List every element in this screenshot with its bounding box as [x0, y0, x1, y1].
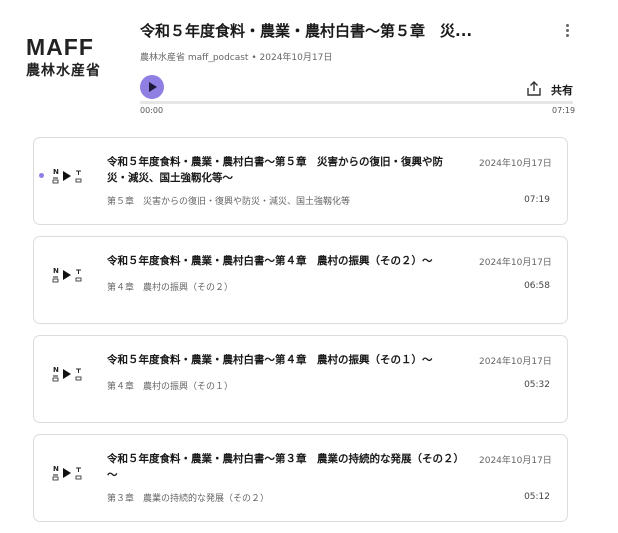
episode-date: 2024年10月17日 [479, 258, 552, 268]
logo-subtitle: 農林水産省 [26, 63, 101, 79]
svg-text:N: N [53, 465, 59, 473]
episode-date: 2024年10月17日 [479, 456, 552, 466]
logo-wordmark: MAFF [26, 34, 94, 60]
episode-subtitle: 第４章 農村の振興（その１） [107, 382, 234, 392]
meta-separator: • [251, 53, 257, 63]
progress-bar[interactable] [140, 101, 573, 104]
episode-list: N 令和５年度食料・農業・農村白書～第５章 災害からの復旧・復興や防災・減災、国… [33, 137, 568, 533]
episode-subtitle: 第３章 農業の持続的な発展（その２） [107, 494, 270, 504]
episode-duration: 05:32 [524, 380, 550, 390]
episode-duration: 05:12 [524, 492, 550, 502]
episode-card[interactable]: N 令和５年度食料・農業・農村白書～第４章 農村の振興（その１）～ 2024年1… [33, 335, 568, 423]
svg-text:N: N [53, 168, 59, 176]
time-current: 00:00 [140, 106, 164, 115]
more-options-icon[interactable] [562, 24, 572, 38]
episode-date: 2024年10月17日 [259, 53, 333, 63]
episode-meta: 農林水産省 maff_podcast • 2024年10月17日 [140, 50, 332, 63]
episode-title[interactable]: 令和５年度食料・農業・農村白書～第５章 災害からの復旧・復興や防災・減災、国土強… [107, 154, 462, 186]
episode-title[interactable]: 令和５年度食料・農業・農村白書～第４章 農村の振興（その１）～ [107, 352, 462, 368]
episode-card[interactable]: N 令和５年度食料・農業・農村白書～第５章 災害からの復旧・復興や防災・減災、国… [33, 137, 568, 225]
play-button[interactable] [140, 75, 164, 99]
time-total: 07:19 [552, 106, 576, 115]
episode-subtitle: 第５章 災害からの復旧・復興や防災・減災、国土強靱化等 [107, 197, 351, 207]
svg-text:N: N [53, 267, 59, 275]
share-icon [527, 81, 541, 96]
current-episode-title: 令和５年度食料・農業・農村白書～第５章 災... [140, 22, 473, 40]
svg-text:N: N [53, 366, 59, 374]
episode-title[interactable]: 令和５年度食料・農業・農村白書～第３章 農業の持続的な発展（その２）～ [107, 451, 462, 483]
episode-play-icon[interactable]: N [50, 164, 86, 188]
now-playing-indicator [39, 173, 44, 178]
episode-card[interactable]: N 令和５年度食料・農業・農村白書～第３章 農業の持続的な発展（その２）～ 20… [33, 434, 568, 522]
episode-duration: 07:19 [524, 195, 550, 205]
episode-play-icon[interactable]: N [50, 263, 86, 287]
episode-date: 2024年10月17日 [479, 159, 552, 169]
channel-name: 農林水産省 maff_podcast [140, 53, 249, 63]
episode-play-icon[interactable]: N [50, 461, 86, 485]
episode-play-icon[interactable]: N [50, 362, 86, 386]
episode-subtitle: 第４章 農村の振興（その２） [107, 283, 234, 293]
episode-title[interactable]: 令和５年度食料・農業・農村白書～第４章 農村の振興（その２）～ [107, 253, 462, 269]
podcast-player: MAFF 農林水産省 令和５年度食料・農業・農村白書～第５章 災... 農林水産… [0, 0, 585, 118]
share-label: 共有 [551, 84, 573, 97]
episode-duration: 06:58 [524, 281, 550, 291]
maff-logo: MAFF 農林水産省 [26, 34, 126, 80]
episode-card[interactable]: N 令和５年度食料・農業・農村白書～第４章 農村の振興（その２）～ 2024年1… [33, 236, 568, 324]
episode-date: 2024年10月17日 [479, 357, 552, 367]
